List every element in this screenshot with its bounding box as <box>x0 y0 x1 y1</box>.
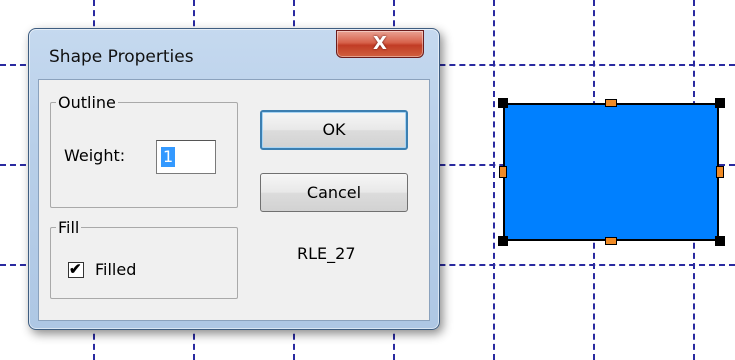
shape-properties-dialog: Shape Properties X Outline Weight: 1 Fil… <box>28 28 440 330</box>
shape-id-label: RLE_27 <box>297 244 356 263</box>
outline-group-legend: Outline <box>56 93 118 112</box>
weight-input[interactable]: 1 <box>156 140 216 174</box>
close-icon: X <box>373 33 387 54</box>
dialog-title: Shape Properties <box>49 47 194 67</box>
weight-label: Weight: <box>64 146 126 165</box>
resize-handle-top-right[interactable] <box>715 98 725 108</box>
checkmark-icon: ✔ <box>69 261 82 278</box>
resize-handle-left[interactable] <box>499 166 507 178</box>
fill-group-legend: Fill <box>56 218 82 237</box>
rectangle-shape[interactable] <box>503 103 719 241</box>
resize-handle-bottom[interactable] <box>605 237 617 245</box>
resize-handle-top[interactable] <box>605 99 617 107</box>
resize-handle-bottom-left[interactable] <box>498 236 508 246</box>
filled-checkbox[interactable]: ✔ <box>68 261 84 278</box>
filled-label[interactable]: Filled <box>95 260 136 279</box>
grid-line-vertical <box>493 0 495 360</box>
weight-input-value: 1 <box>161 147 176 167</box>
close-button[interactable]: X <box>336 30 424 58</box>
resize-handle-bottom-right[interactable] <box>715 236 725 246</box>
resize-handle-top-left[interactable] <box>498 98 508 108</box>
resize-handle-right[interactable] <box>716 166 724 178</box>
ok-button[interactable]: OK <box>260 110 408 150</box>
dialog-client-area: Outline Weight: 1 Fill ✔ Filled OK Cance… <box>38 79 430 321</box>
cancel-button[interactable]: Cancel <box>260 173 408 212</box>
